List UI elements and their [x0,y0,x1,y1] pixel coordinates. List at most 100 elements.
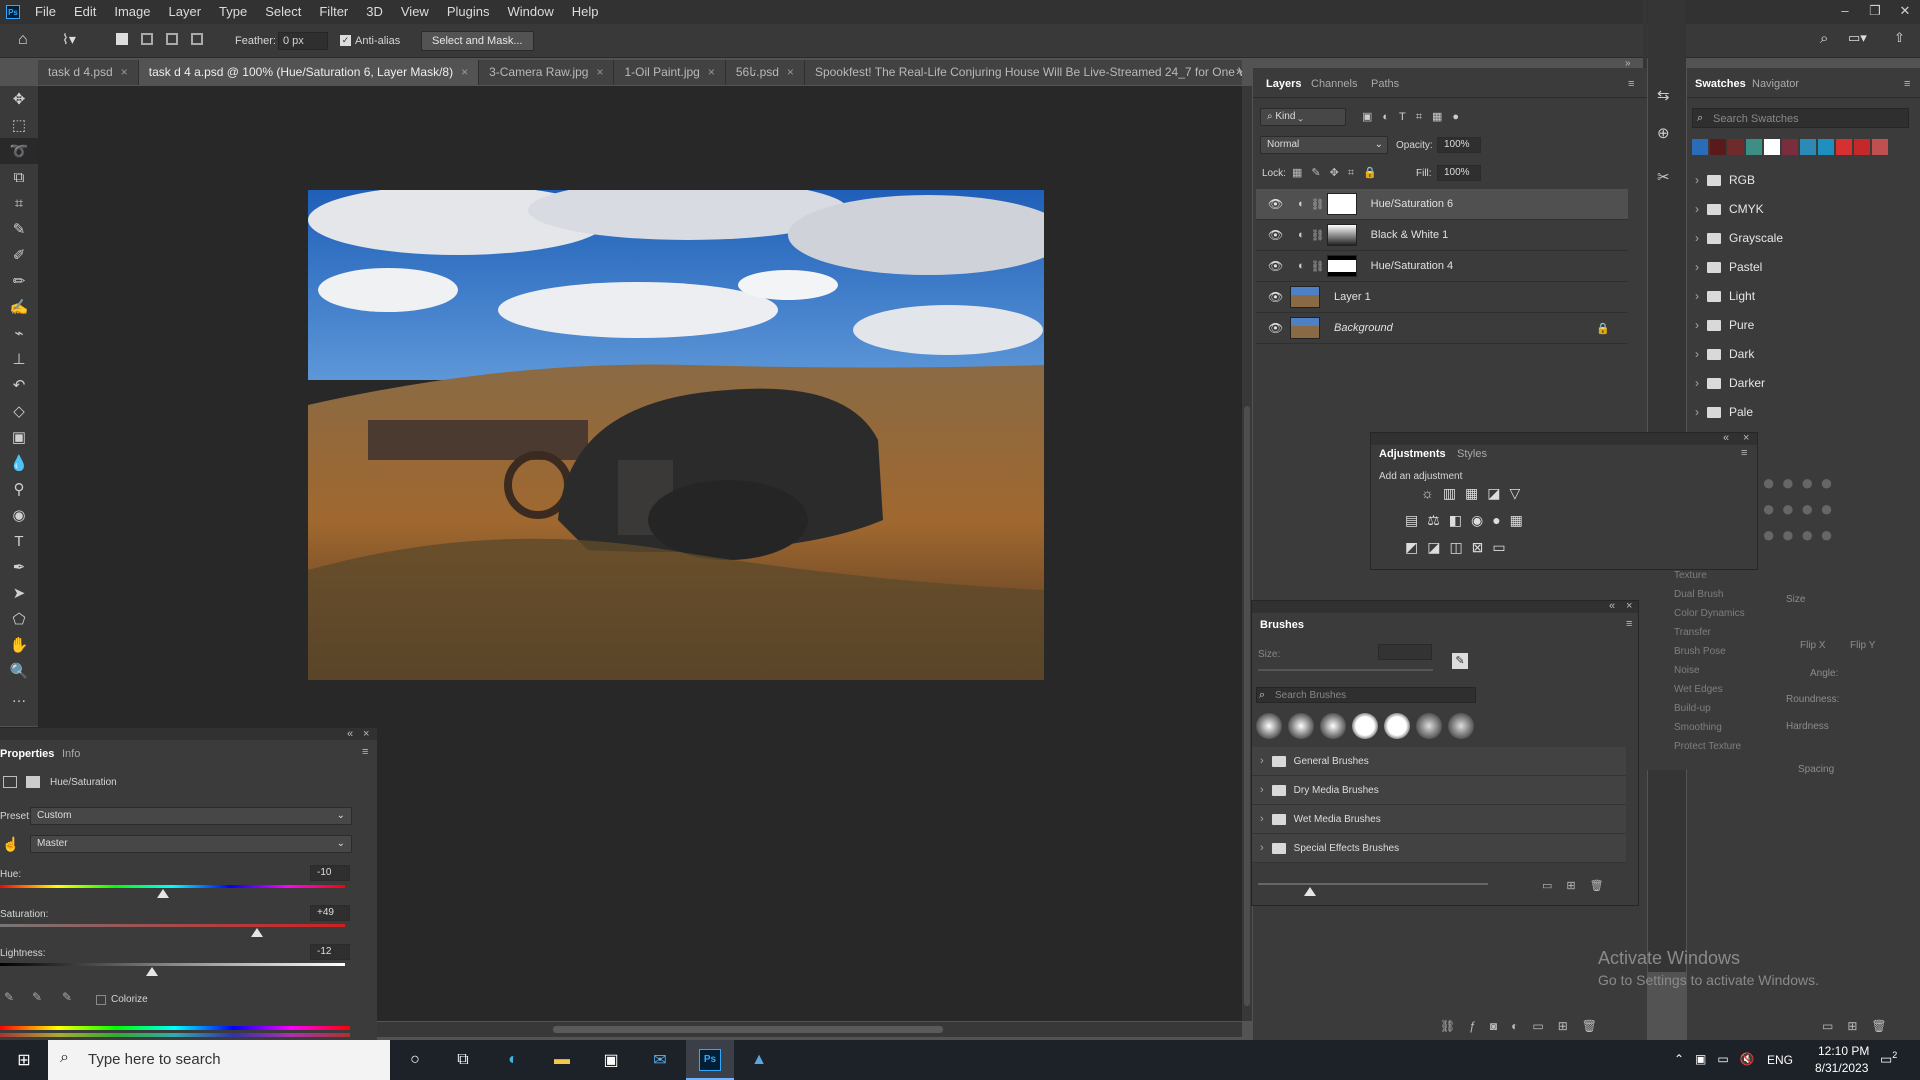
brush-setting-item[interactable]: Smoothing [1674,722,1722,733]
adjustments-menu-icon[interactable]: ≡ [1741,447,1747,459]
brush-tip-grid[interactable]: ●●●● ●●●● ●●●● [1762,470,1839,548]
saturation-slider-thumb[interactable] [251,928,264,937]
sponge-tool-icon[interactable]: ◉ [0,502,38,528]
mail-icon[interactable]: ✉ [647,1047,673,1073]
brush-setting-item[interactable]: Color Dynamics [1674,608,1745,619]
adjustment-icons-row3[interactable]: ◩◪◫⊠▭ [1405,539,1515,556]
swatch-group[interactable]: › Pure [1695,313,1754,337]
eyedropper-tool-icon[interactable]: ✎ [0,216,38,242]
crop-tool-icon[interactable]: ⌗ [0,190,38,216]
add-selection-icon[interactable] [141,33,153,45]
brush-group[interactable]: › Dry Media Brushes [1252,776,1626,805]
menu-edit[interactable]: Edit [65,0,105,24]
clock-date[interactable]: 8/31/2023 [1815,1061,1868,1075]
link-icon[interactable]: ⛓ [1311,260,1325,273]
feather-input[interactable]: 0 px [278,32,328,50]
swatch-color[interactable] [1836,139,1852,155]
libraries-icon[interactable]: ⊕ [1657,124,1670,142]
zoom-tool-icon[interactable]: 🔍 [0,658,38,684]
filter-kind-select[interactable]: ⌕ Kind ⌄ [1260,108,1346,126]
swatch-search[interactable]: ⌕ Search Swatches [1692,108,1909,128]
swatch-color[interactable] [1872,139,1888,155]
blend-mode-select[interactable]: Normal ⌄ [1260,136,1388,154]
swatch-group[interactable]: › Grayscale [1695,226,1783,250]
brush-setting-item[interactable]: Protect Texture [1674,741,1741,752]
swatch-group[interactable]: › Light [1695,284,1755,308]
close-panel-icon[interactable]: × [1626,600,1632,612]
intersect-selection-icon[interactable] [191,33,203,45]
task-view-icon[interactable]: ⧉ [450,1047,476,1073]
lightness-slider-thumb[interactable] [145,967,158,976]
swatches-footer-icons[interactable]: ▭⊞🗑 [1822,1019,1901,1033]
preset-select[interactable]: Custom ⌄ [30,807,352,825]
opacity-input[interactable]: 100% [1437,137,1481,153]
hue-input[interactable]: -10 [310,865,350,881]
visibility-eye-icon[interactable]: 👁 [1268,197,1284,211]
brush-setting-item[interactable]: Transfer [1674,627,1711,638]
smudge-brush-icon[interactable]: ⌁ [0,320,38,346]
tab-navigator[interactable]: Navigator [1752,78,1799,90]
swatch-color[interactable] [1854,139,1870,155]
history-icon[interactable]: ⇆ [1657,86,1670,104]
workspace-icon[interactable]: ▭▾ [1848,30,1867,46]
swatch-color[interactable] [1800,139,1816,155]
hue-slider-track[interactable] [0,885,345,888]
menu-layer[interactable]: Layer [160,0,211,24]
brush-search[interactable]: ⌕ Search Brushes [1256,687,1476,703]
tab-styles[interactable]: Styles [1457,448,1487,460]
channel-select[interactable]: Master ⌄ [30,835,352,853]
panel-menu-icon[interactable]: ≡ [362,746,368,758]
lasso-preset-icon[interactable]: ⌇▾ [62,31,76,48]
hue-slider-thumb[interactable] [156,889,169,898]
adjustment-icon[interactable] [3,776,17,788]
lock-icons[interactable]: ▦✎✥⌗🔒 [1292,166,1386,180]
brush-size-slider[interactable] [1258,669,1433,671]
tab-swatches[interactable]: Swatches [1695,78,1746,90]
tab-layers[interactable]: Layers [1266,78,1301,90]
home-icon[interactable]: ⌂ [18,31,28,49]
minimize-icon[interactable]: – [1830,0,1860,24]
close-icon[interactable]: ✕ [1890,0,1920,24]
eyedropper-plus-icon[interactable]: ✎ [32,990,42,1004]
move-tool-icon[interactable]: ✥ [0,86,38,112]
tab-properties[interactable]: Properties [0,748,54,760]
eyedropper-minus-icon[interactable]: ✎ [62,990,72,1004]
visibility-eye-icon[interactable]: 👁 [1268,321,1284,335]
layers-footer-icons[interactable]: ⛓ƒ◙◐▭⊞🗑 [1440,1019,1611,1033]
lightness-input[interactable]: -12 [310,944,350,960]
swatch-color[interactable] [1782,139,1798,155]
menu-view[interactable]: View [392,0,438,24]
brush-presets[interactable] [1256,713,1474,739]
collapse-icon[interactable]: « [1609,600,1615,612]
notification-icon[interactable]: ▭2 [1880,1050,1897,1067]
brush-setting-item[interactable]: Noise [1674,665,1700,676]
adjustment-icons-row2[interactable]: ▤⚖◧◉●▦ [1405,512,1532,529]
cortana-icon[interactable]: ○ [402,1047,428,1073]
swatches-menu-icon[interactable]: ≡ [1904,78,1910,90]
tab-paths[interactable]: Paths [1371,78,1399,90]
more-tools-icon[interactable]: … [0,684,38,710]
tab-channels[interactable]: Channels [1311,78,1357,90]
new-selection-icon[interactable] [116,33,128,45]
lasso-tool-icon[interactable]: ➰ [0,138,38,164]
menu-select[interactable]: Select [256,0,310,24]
saturation-input[interactable]: +49 [310,905,350,921]
brush-setting-item[interactable]: Texture [1674,570,1707,581]
object-select-tool-icon[interactable]: ⧉ [0,164,38,190]
tools-settings-icon[interactable]: ✂ [1657,168,1670,186]
visibility-eye-icon[interactable]: 👁 [1268,259,1284,273]
pen-tool-icon[interactable]: ✒ [0,554,38,580]
tab-info[interactable]: Info [62,748,80,760]
marquee-tool-icon[interactable]: ⬚ [0,112,38,138]
brush-group[interactable]: › General Brushes [1252,747,1626,776]
clock-time[interactable]: 12:10 PM [1818,1044,1869,1058]
swatch-color[interactable] [1710,139,1726,155]
tab-adjustments[interactable]: Adjustments [1379,448,1446,460]
brush-footer-icons[interactable]: ▭⊞🗑 [1542,879,1618,892]
layer-thumb[interactable] [1290,317,1320,339]
edge-icon[interactable]: ◐ [500,1047,526,1073]
gradient-tool-icon[interactable]: ▣ [0,424,38,450]
share-icon[interactable]: ⇧ [1894,30,1905,46]
brush-setting-item[interactable]: Brush Pose [1674,646,1726,657]
swatch-group[interactable]: › Dark [1695,342,1754,366]
